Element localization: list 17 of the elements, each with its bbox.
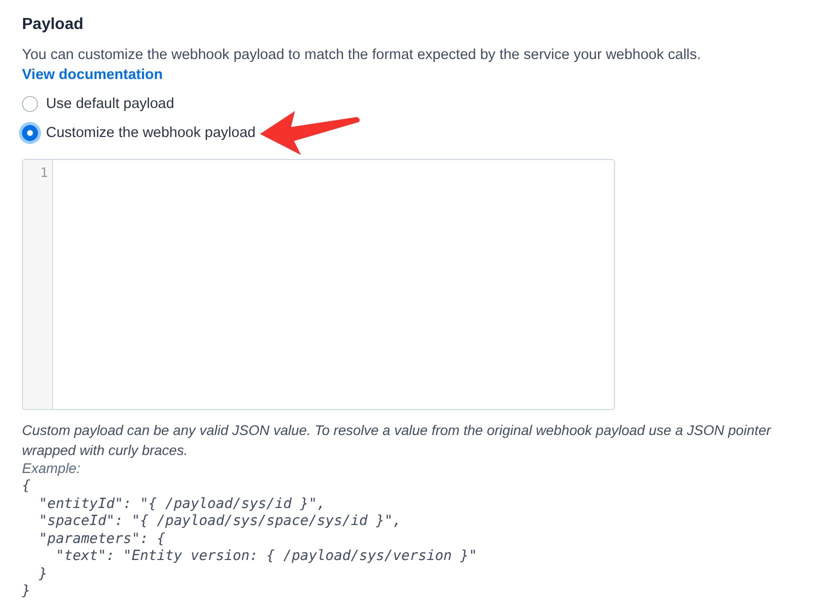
code-line: "text": "Entity version: { /payload/sys/version }" [54, 548, 478, 566]
example-label: Example: [22, 460, 80, 476]
code-line: "parameters": { [38, 530, 166, 548]
documentation-link[interactable]: View documentation [22, 65, 163, 85]
code-line: } [38, 566, 48, 583]
line-number: 1 [40, 165, 48, 183]
section-title: Payload [22, 15, 84, 35]
help-text: Custom payload can be any valid JSON value. To resolve a value from the original webhook payload use a JSON pointer wrapped with curly braces. [22, 421, 772, 460]
code-line: { [22, 478, 30, 496]
option-label[interactable]: Use default payload [46, 94, 174, 114]
code-line: "spaceId": "{ /payload/sys/space/sys/id }", [38, 513, 402, 530]
code-line: "entityId": "{ /payload/sys/id }", [38, 496, 326, 513]
option-label[interactable]: Customize the webhook payload [46, 123, 256, 143]
description-text: You can customize the webhook payload to match the format expected by the service your webhook calls. [22, 46, 701, 65]
code-line: } [22, 583, 30, 600]
radio-button[interactable] [22, 125, 38, 141]
radio-button[interactable] [22, 96, 38, 112]
